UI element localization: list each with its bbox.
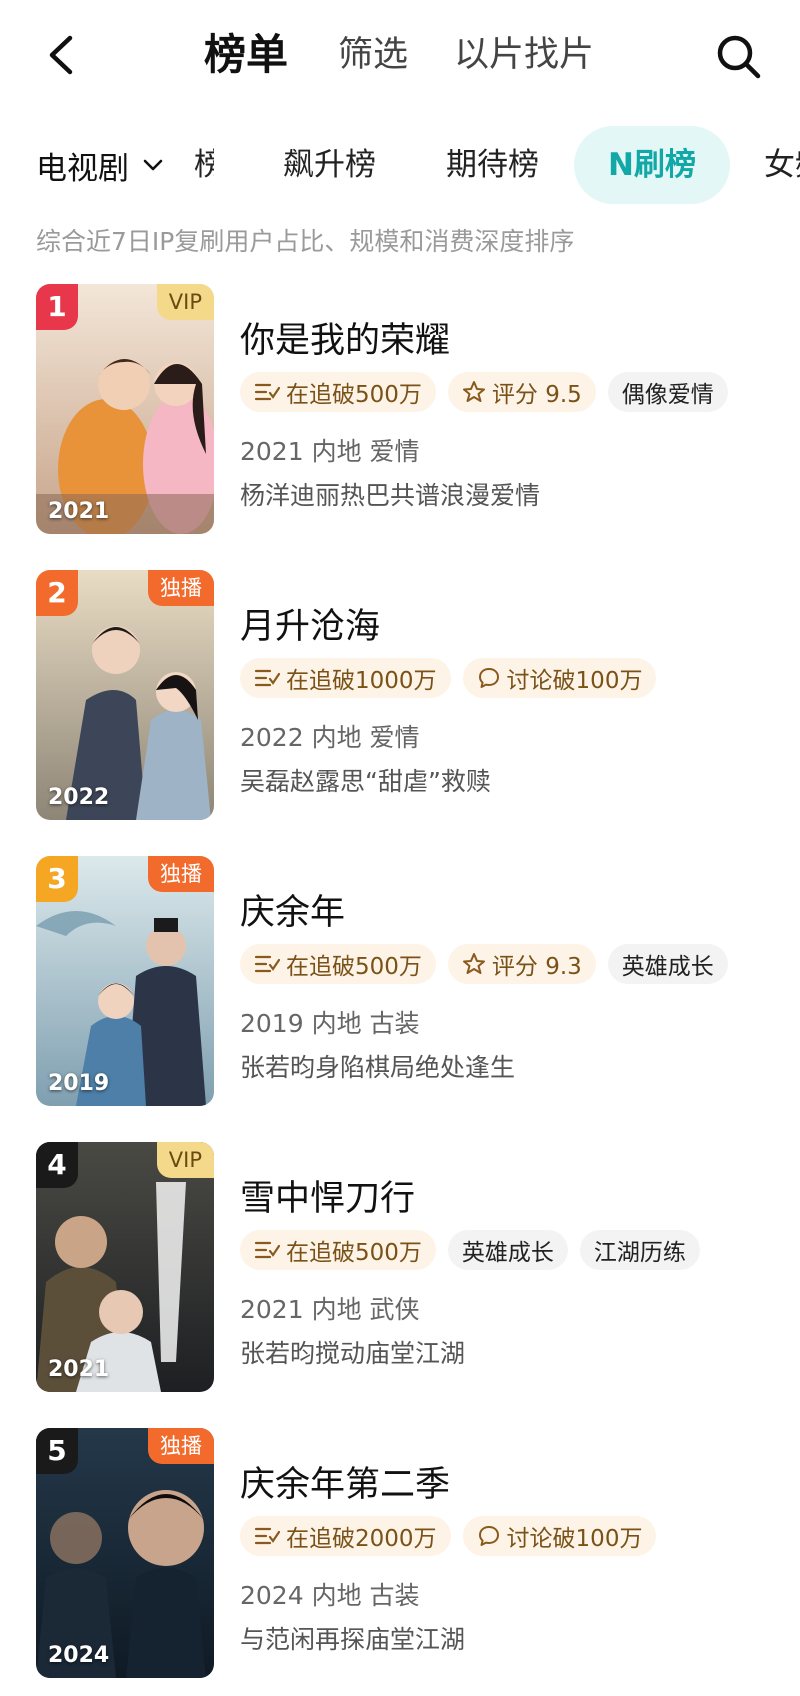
subtab-partial-left[interactable]: 榜 <box>194 126 214 204</box>
subtab-partial-right[interactable]: 女频 <box>764 126 800 204</box>
subtab-rising[interactable]: 飙升榜 <box>283 126 376 204</box>
rank-badge: 5 <box>36 1428 78 1474</box>
tag-discussion-text: 讨论破100万 <box>506 1526 643 1552</box>
vip-badge: VIP <box>156 284 214 320</box>
tag-followers: 在追破1000万 <box>240 658 451 698</box>
list-icon <box>254 955 280 973</box>
tab-filter[interactable]: 筛选 <box>338 28 408 82</box>
rank-badge: 1 <box>36 284 78 330</box>
list-item[interactable]: 2 独播 2022 月升沧海 在追破1000万 讨论破100万 2022 内地 … <box>0 570 800 822</box>
tag-genre[interactable]: 偶像爱情 <box>607 372 728 412</box>
tag-followers: 在追破500万 <box>240 1230 436 1270</box>
tab-ranking[interactable]: 榜单 <box>204 28 288 82</box>
top-bar: 榜单 筛选 以片找片 <box>0 0 800 110</box>
show-blurb: 张若昀身陷棋局绝处逢生 <box>240 1053 516 1082</box>
poster-year: 2021 <box>48 1357 110 1382</box>
show-blurb: 杨洋迪丽热巴共谱浪漫爱情 <box>240 481 541 510</box>
vip-badge: VIP <box>156 1142 214 1178</box>
show-blurb: 吴磊赵露思“甜虐”救赎 <box>240 767 491 796</box>
star-icon <box>462 381 485 402</box>
tag-followers-text: 在追破500万 <box>286 954 422 980</box>
category-selector-label: 电视剧 <box>36 150 129 187</box>
back-arrow-icon[interactable] <box>40 30 84 80</box>
chevron-down-icon <box>143 159 163 171</box>
list-item[interactable]: 4 VIP 2021 雪中悍刀行 在追破500万 英雄成长 江湖历练 2021 … <box>0 1142 800 1394</box>
chat-icon <box>478 1526 499 1546</box>
show-meta: 2024 内地 古装 <box>240 1581 420 1610</box>
subtab-anticipated[interactable]: 期待榜 <box>446 126 539 204</box>
tag-genre[interactable]: 江湖历练 <box>579 1230 700 1270</box>
tag-genre[interactable]: 英雄成长 <box>607 944 728 984</box>
show-blurb: 与范闲再探庙堂江湖 <box>240 1625 466 1654</box>
tag-discussion: 讨论破100万 <box>462 1516 657 1556</box>
show-title[interactable]: 雪中悍刀行 <box>240 1170 415 1221</box>
show-blurb: 张若昀搅动庙堂江湖 <box>240 1339 466 1368</box>
show-title[interactable]: 你是我的荣耀 <box>240 312 450 363</box>
show-meta: 2022 内地 爱情 <box>240 723 420 752</box>
poster-image[interactable]: 2 独播 2022 <box>36 570 214 820</box>
poster-image[interactable]: 4 VIP 2021 <box>36 1142 214 1392</box>
exclusive-badge: 独播 <box>148 856 214 892</box>
tag-row: 在追破2000万 讨论破100万 <box>240 1516 657 1556</box>
tag-discussion: 讨论破100万 <box>462 658 657 698</box>
star-icon <box>462 953 485 974</box>
show-meta: 2021 内地 武侠 <box>240 1295 420 1324</box>
list-item[interactable]: 3 独播 2019 庆余年 在追破500万 评分 9.3 英雄成长 2019 内… <box>0 856 800 1108</box>
tag-followers-text: 在追破500万 <box>286 382 422 408</box>
tag-followers: 在追破500万 <box>240 372 436 412</box>
subtab-rewatch[interactable]: N刷榜 <box>574 126 730 204</box>
search-icon[interactable] <box>712 30 766 84</box>
tag-row: 在追破500万 评分 9.5 偶像爱情 <box>240 372 728 412</box>
show-meta: 2021 内地 爱情 <box>240 437 420 466</box>
ranking-description: 综合近7日IP复刷用户占比、规模和消费深度排序 <box>36 227 575 256</box>
poster-year: 2019 <box>48 1071 110 1096</box>
exclusive-badge: 独播 <box>148 570 214 606</box>
tag-row: 在追破500万 英雄成长 江湖历练 <box>240 1230 700 1270</box>
list-item[interactable]: 5 独播 2024 庆余年第二季 在追破2000万 讨论破100万 2024 内… <box>0 1428 800 1680</box>
list-icon <box>254 1527 280 1545</box>
list-item[interactable]: 1 VIP 2021 你是我的荣耀 在追破500万 评分 9.5 偶像爱情 20… <box>0 284 800 536</box>
poster-year: 2022 <box>48 785 110 810</box>
category-row: 电视剧 榜 飙升榜 期待榜 N刷榜 女频 <box>0 126 800 204</box>
list-icon <box>254 383 280 401</box>
tag-row: 在追破1000万 讨论破100万 <box>240 658 657 698</box>
show-meta: 2019 内地 古装 <box>240 1009 420 1038</box>
show-title[interactable]: 庆余年第二季 <box>240 1456 450 1507</box>
rank-badge: 2 <box>36 570 78 616</box>
tag-rating-text: 评分 9.3 <box>491 954 582 980</box>
tag-genre[interactable]: 英雄成长 <box>447 1230 568 1270</box>
tag-followers-text: 在追破2000万 <box>286 1526 437 1552</box>
poster-image[interactable]: 5 独播 2024 <box>36 1428 214 1678</box>
tag-followers-text: 在追破1000万 <box>286 668 437 694</box>
tag-followers: 在追破500万 <box>240 944 436 984</box>
poster-year: 2021 <box>48 499 110 524</box>
rank-badge: 3 <box>36 856 78 902</box>
tag-discussion-text: 讨论破100万 <box>506 668 643 694</box>
show-title[interactable]: 庆余年 <box>240 884 345 935</box>
tab-find-by-film[interactable]: 以片找片 <box>454 28 594 82</box>
category-selector[interactable]: 电视剧 <box>36 126 165 204</box>
rank-badge: 4 <box>36 1142 78 1188</box>
poster-image[interactable]: 1 VIP 2021 <box>36 284 214 534</box>
tag-row: 在追破500万 评分 9.3 英雄成长 <box>240 944 728 984</box>
poster-year: 2024 <box>48 1643 110 1668</box>
list-icon <box>254 1241 280 1259</box>
show-title[interactable]: 月升沧海 <box>240 598 380 649</box>
tag-followers: 在追破2000万 <box>240 1516 451 1556</box>
exclusive-badge: 独播 <box>148 1428 214 1464</box>
chat-icon <box>478 668 499 688</box>
tag-rating: 评分 9.5 <box>447 372 596 412</box>
poster-image[interactable]: 3 独播 2019 <box>36 856 214 1106</box>
tag-followers-text: 在追破500万 <box>286 1240 422 1266</box>
tag-rating: 评分 9.3 <box>447 944 596 984</box>
list-icon <box>254 669 280 687</box>
tag-rating-text: 评分 9.5 <box>491 382 582 408</box>
